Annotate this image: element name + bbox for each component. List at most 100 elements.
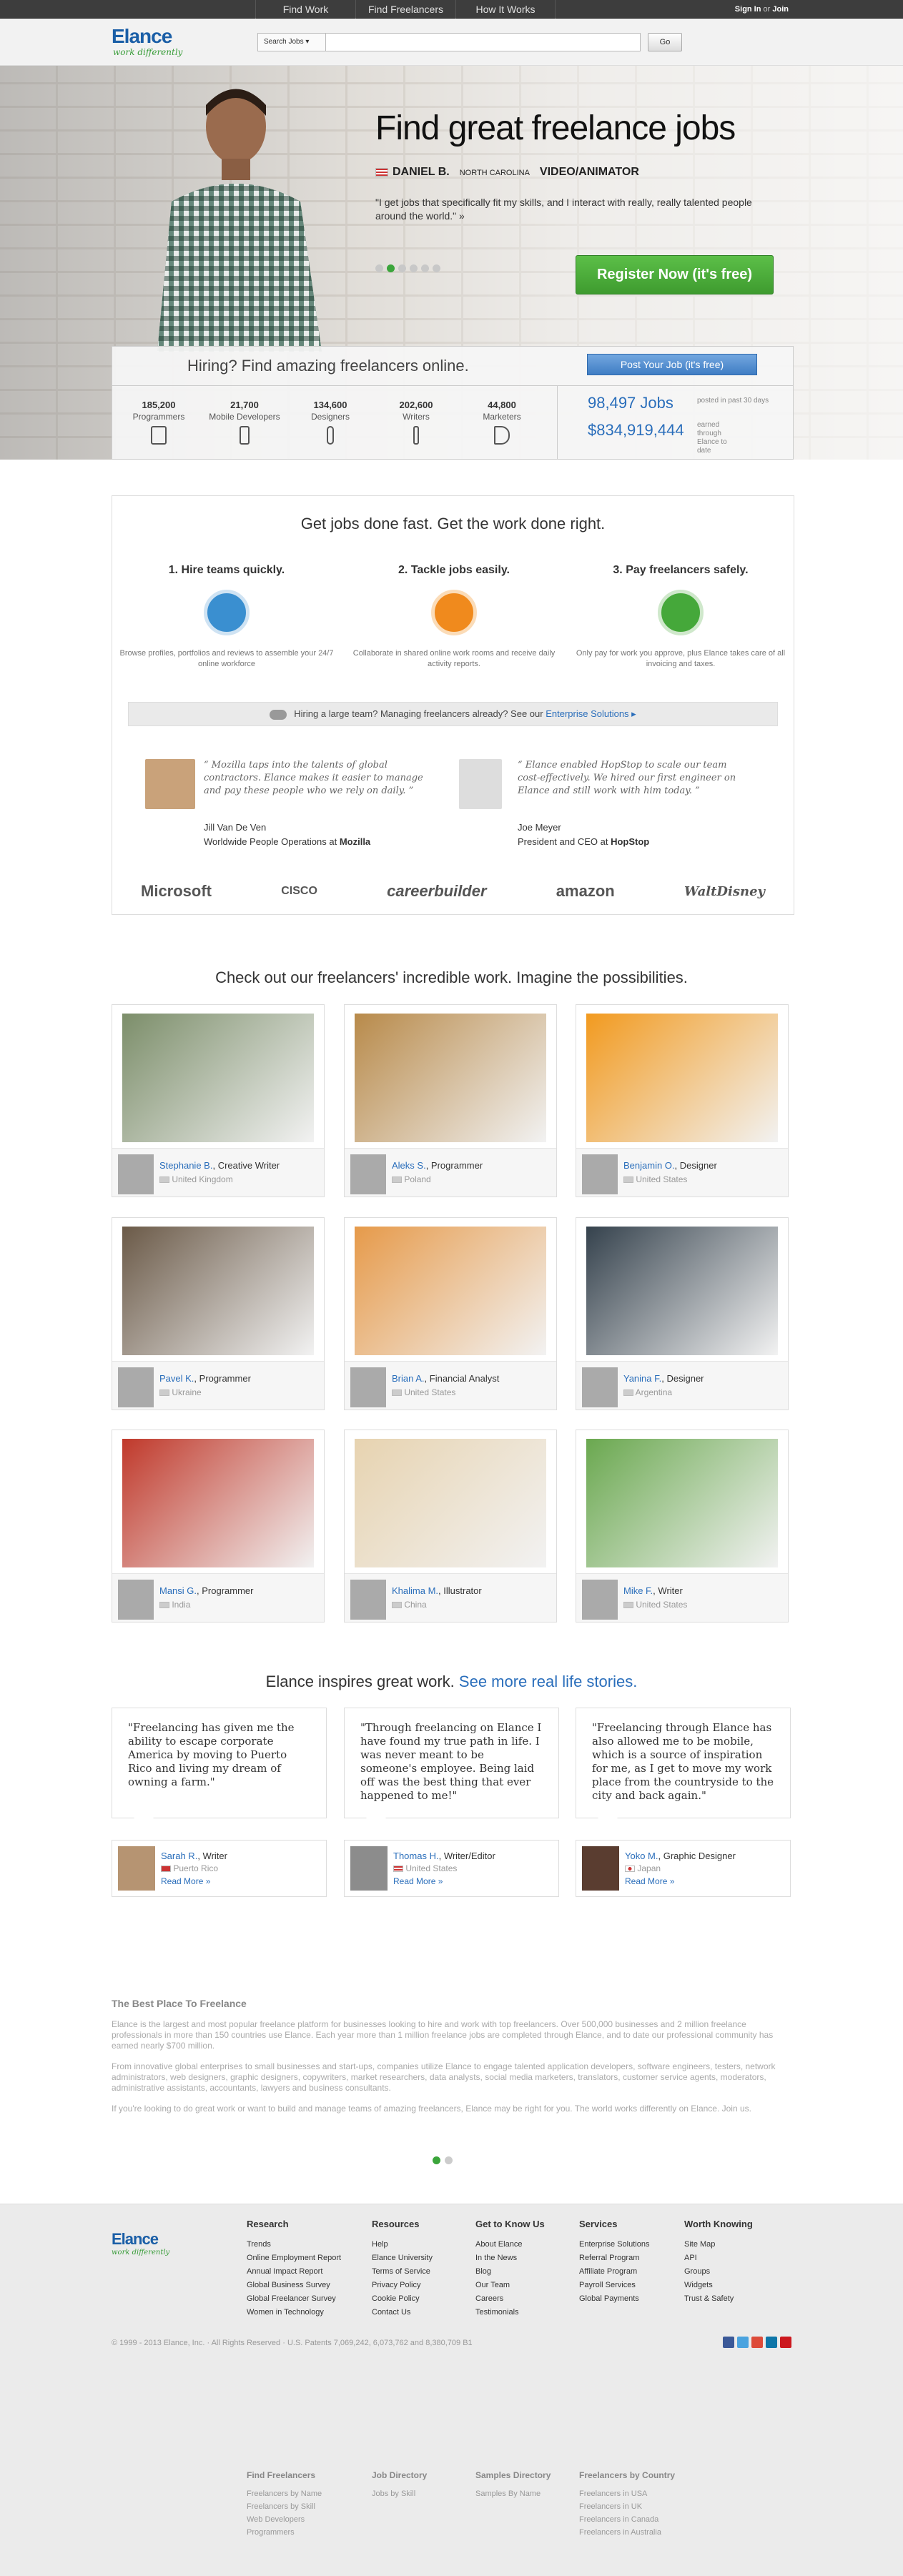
story-name[interactable]: Sarah R. (161, 1851, 197, 1861)
freelancer-name[interactable]: Mike F. (623, 1585, 653, 1596)
portfolio-card[interactable]: Pavel K., Programmer Ukraine (112, 1217, 325, 1410)
footer-directory-link[interactable]: Programmers (247, 2526, 322, 2539)
stories-link[interactable]: See more real life stories. (459, 1673, 637, 1690)
freelancer-name[interactable]: Mansi G. (159, 1585, 197, 1596)
footer-logo[interactable]: Elance work differently (112, 2230, 169, 2257)
footer-link[interactable]: Our Team (475, 2279, 545, 2292)
portfolio-card[interactable]: Benjamin O., Designer United States (576, 1004, 789, 1197)
footer-link[interactable]: Site Map (684, 2238, 753, 2251)
nav-how-it-works[interactable]: How It Works (455, 0, 556, 19)
story-name[interactable]: Yoko M. (625, 1851, 658, 1861)
stat-marketers[interactable]: 44,800 Marketers (455, 400, 548, 445)
footer-link[interactable]: Women in Technology (247, 2306, 341, 2319)
portfolio-image[interactable] (355, 1439, 546, 1567)
carousel-dot-active[interactable] (387, 264, 395, 272)
freelancer-name[interactable]: Yanina F. (623, 1373, 661, 1384)
freelancer-name[interactable]: Brian A. (392, 1373, 425, 1384)
search-input[interactable] (326, 33, 641, 51)
avatar[interactable] (118, 1367, 154, 1407)
avatar[interactable] (118, 1154, 154, 1194)
avatar[interactable] (118, 1580, 154, 1620)
avatar[interactable] (582, 1154, 618, 1194)
portfolio-image[interactable] (122, 1439, 314, 1567)
freelancer-name[interactable]: Benjamin O. (623, 1160, 675, 1171)
freelancer-name[interactable]: Khalima M. (392, 1585, 438, 1596)
portfolio-card[interactable]: Brian A., Financial Analyst United State… (344, 1217, 557, 1410)
footer-link[interactable]: Contact Us (372, 2306, 433, 2319)
post-job-button[interactable]: Post Your Job (it's free) (587, 354, 757, 375)
footer-directory-link[interactable]: Freelancers by Name (247, 2487, 322, 2500)
avatar[interactable] (350, 1580, 386, 1620)
footer-link[interactable]: Blog (475, 2265, 545, 2279)
footer-link[interactable]: Enterprise Solutions (579, 2238, 649, 2251)
footer-link[interactable]: In the News (475, 2251, 545, 2265)
linkedin-icon[interactable] (766, 2337, 777, 2348)
register-button[interactable]: Register Now (it's free) (576, 255, 774, 294)
nav-find-work[interactable]: Find Work (255, 0, 355, 19)
footer-link[interactable]: Elance University (372, 2251, 433, 2265)
footer-directory-link[interactable]: Samples By Name (475, 2487, 551, 2500)
freelancer-name[interactable]: Aleks S. (392, 1160, 426, 1171)
footer-link[interactable]: Trust & Safety (684, 2292, 753, 2306)
twitter-icon[interactable] (737, 2337, 749, 2348)
footer-link[interactable]: Groups (684, 2265, 753, 2279)
portfolio-card[interactable]: Stephanie B., Creative Writer United Kin… (112, 1004, 325, 1197)
story-name[interactable]: Thomas H. (393, 1851, 439, 1861)
footer-link[interactable]: Careers (475, 2292, 545, 2306)
footer-directory-link[interactable]: Jobs by Skill (372, 2487, 427, 2500)
sign-in-link[interactable]: Sign In (735, 5, 761, 14)
portfolio-card[interactable]: Khalima M., Illustrator China (344, 1430, 557, 1623)
carousel-dot[interactable] (410, 264, 418, 272)
portfolio-card[interactable]: Aleks S., Programmer Poland (344, 1004, 557, 1197)
read-more-link[interactable]: Read More » (393, 1876, 443, 1886)
carousel-dot[interactable] (398, 264, 406, 272)
stat-programmers[interactable]: 185,200 Programmers (112, 400, 205, 445)
facebook-icon[interactable] (723, 2337, 734, 2348)
join-link[interactable]: Join (772, 5, 789, 14)
footer-link[interactable]: Annual Impact Report (247, 2265, 341, 2279)
pager-dot[interactable] (445, 2156, 453, 2164)
footer-directory-link[interactable]: Freelancers in UK (579, 2500, 675, 2513)
freelancer-name[interactable]: Pavel K. (159, 1373, 194, 1384)
footer-link[interactable]: API (684, 2251, 753, 2265)
footer-link[interactable]: Global Payments (579, 2292, 649, 2306)
freelancer-name[interactable]: Stephanie B. (159, 1160, 212, 1171)
portfolio-card[interactable]: Mike F., Writer United States (576, 1430, 789, 1623)
footer-directory-link[interactable]: Freelancers in USA (579, 2487, 675, 2500)
footer-link[interactable]: Global Freelancer Survey (247, 2292, 341, 2306)
enterprise-link[interactable]: Enterprise Solutions ▸ (546, 708, 636, 719)
read-more-link[interactable]: Read More » (161, 1876, 210, 1886)
elance-logo[interactable]: Elance work differently (112, 26, 182, 58)
stat-designers[interactable]: 134,600 Designers (284, 400, 377, 445)
footer-link[interactable]: Affiliate Program (579, 2265, 649, 2279)
stat-mobile[interactable]: 21,700 Mobile Developers (198, 400, 291, 445)
footer-directory-link[interactable]: Freelancers in Canada (579, 2513, 675, 2526)
portfolio-image[interactable] (122, 1014, 314, 1142)
avatar[interactable] (582, 1367, 618, 1407)
search-type-select[interactable]: Search Jobs ▾ (257, 33, 326, 51)
nav-find-freelancers[interactable]: Find Freelancers (355, 0, 455, 19)
portfolio-image[interactable] (586, 1227, 778, 1355)
footer-directory-link[interactable]: Freelancers by Skill (247, 2500, 322, 2513)
portfolio-image[interactable] (355, 1014, 546, 1142)
footer-link[interactable]: Trends (247, 2238, 341, 2251)
youtube-icon[interactable] (780, 2337, 791, 2348)
footer-link[interactable]: Global Business Survey (247, 2279, 341, 2292)
footer-link[interactable]: Widgets (684, 2279, 753, 2292)
footer-link[interactable]: Help (372, 2238, 433, 2251)
stat-writers[interactable]: 202,600 Writers (370, 400, 463, 445)
footer-link[interactable]: Terms of Service (372, 2265, 433, 2279)
portfolio-card[interactable]: Mansi G., Programmer India (112, 1430, 325, 1623)
carousel-dot[interactable] (433, 264, 440, 272)
google-plus-icon[interactable] (751, 2337, 763, 2348)
portfolio-image[interactable] (355, 1227, 546, 1355)
footer-link[interactable]: Payroll Services (579, 2279, 649, 2292)
carousel-dot[interactable] (375, 264, 383, 272)
avatar[interactable] (582, 1580, 618, 1620)
carousel-dot[interactable] (421, 264, 429, 272)
footer-link[interactable]: Privacy Policy (372, 2279, 433, 2292)
footer-directory-link[interactable]: Web Developers (247, 2513, 322, 2526)
footer-directory-link[interactable]: Freelancers in Australia (579, 2526, 675, 2539)
footer-link[interactable]: Testimonials (475, 2306, 545, 2319)
avatar[interactable] (350, 1154, 386, 1194)
